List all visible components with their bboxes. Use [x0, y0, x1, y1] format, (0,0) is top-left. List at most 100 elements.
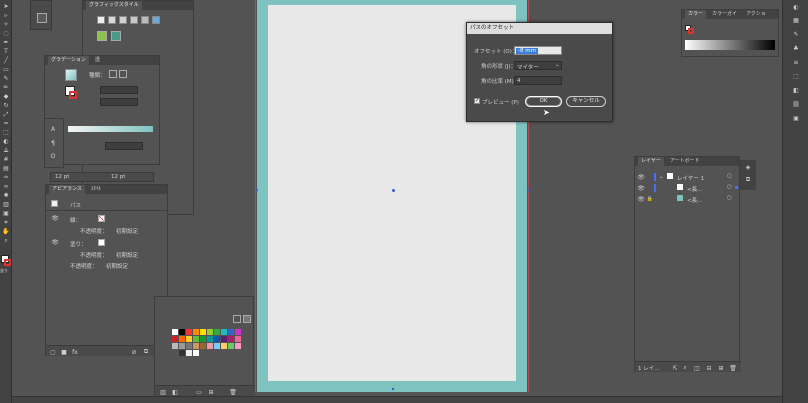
blend-icon[interactable]: ∞ [2, 183, 10, 190]
style-swatch-2[interactable] [108, 16, 116, 24]
hand-icon[interactable]: ✋ [2, 228, 10, 235]
swatch[interactable] [193, 343, 199, 349]
actions-tab[interactable]: アクショ [743, 10, 769, 19]
eraser-icon[interactable]: ◆ [2, 93, 10, 100]
selection-anchor-bottom[interactable] [392, 388, 394, 390]
artboard-options-icon[interactable]: ▣ [792, 114, 800, 122]
duplicate-icon[interactable]: ⧉ [142, 348, 150, 356]
clipping-mask-icon[interactable]: ◫ [693, 364, 701, 372]
style-swatch-4[interactable] [130, 16, 138, 24]
target-icon[interactable]: ○ [727, 173, 732, 179]
preview-checkbox[interactable]: ✓ [474, 98, 480, 104]
type-icon[interactable]: T [2, 48, 10, 55]
transparency-tab[interactable]: 透 [92, 56, 103, 65]
color-tab[interactable]: カラー [685, 10, 707, 19]
new-sublayer-icon[interactable]: ⊟ [705, 364, 713, 372]
free-transform-icon[interactable]: ⬚ [2, 129, 10, 136]
swatch[interactable] [235, 336, 241, 342]
preview-label[interactable]: プレビュー (P) [482, 98, 519, 106]
offset-input[interactable]: -8 mm [514, 46, 562, 55]
paintbrush-icon[interactable]: ✎ [2, 75, 10, 82]
layer-row[interactable]: 👁 <長... ○ [635, 183, 741, 193]
color-stroke-swatch[interactable] [688, 28, 694, 34]
swatch[interactable] [200, 343, 206, 349]
style-swatch-7[interactable] [97, 31, 107, 41]
pathfinder-icon[interactable]: ◧ [792, 86, 800, 94]
styles-tab[interactable]: ｽﾀｲﾙ [88, 185, 104, 194]
target-icon[interactable]: ○ [727, 184, 732, 190]
swatch[interactable] [214, 336, 220, 342]
add-stroke-icon[interactable]: ▢ [49, 348, 57, 356]
gradient-icon[interactable]: ▤ [2, 165, 10, 172]
selection-anchor-right[interactable] [527, 189, 529, 191]
pencil-icon[interactable]: ✏ [2, 84, 10, 91]
rotate-icon[interactable]: ↻ [2, 102, 10, 109]
direct-selection-icon[interactable]: ▹ [2, 12, 10, 19]
shape-builder-icon[interactable]: ◐ [2, 138, 10, 145]
artboards-tab[interactable]: アートボード [667, 157, 703, 166]
swatch[interactable] [186, 336, 192, 342]
rectangle-icon[interactable]: ▭ [2, 66, 10, 73]
stroke-weight-value-2[interactable]: 12 pt [111, 174, 125, 180]
zoom-icon[interactable]: ⌕ [2, 237, 10, 244]
perspective-icon[interactable]: ⟁ [2, 147, 10, 154]
swatches-icon[interactable]: ▦ [792, 16, 800, 24]
color-icon[interactable]: ◐ [792, 3, 800, 11]
scale-icon[interactable]: ⤢ [2, 111, 10, 118]
fill-row-label[interactable]: 塗り： [70, 240, 87, 248]
swatch[interactable] [179, 350, 185, 356]
gradient-thumbnail[interactable] [65, 69, 77, 81]
new-swatch-icon[interactable]: ⊞ [207, 388, 215, 396]
stroke-swatch[interactable] [4, 259, 11, 266]
trash-icon[interactable]: 🗑 [729, 364, 737, 372]
locate-object-icon[interactable]: ⌕ [681, 364, 689, 372]
symbol-sprayer-icon[interactable]: ✺ [2, 192, 10, 199]
selection-arrow-icon[interactable]: ➤ [2, 3, 10, 10]
aspect-field[interactable] [100, 98, 138, 106]
artboard-icon[interactable]: ▣ [2, 210, 10, 217]
visibility-eye-icon[interactable]: 👁 [637, 184, 645, 192]
swatch[interactable] [186, 329, 192, 335]
align-icon[interactable]: ≡ [792, 58, 800, 66]
swatch[interactable] [200, 336, 206, 342]
artboards-icon[interactable]: ⧉ [744, 176, 752, 184]
list-view-icon[interactable] [233, 315, 241, 323]
new-color-group-icon[interactable]: ▭ [195, 388, 203, 396]
symbols-icon[interactable]: ♣ [792, 44, 800, 52]
layer-row[interactable]: 👁 🔒 <長... ○ [635, 194, 741, 204]
swatch[interactable] [228, 336, 234, 342]
swatch[interactable] [221, 336, 227, 342]
swatch-library-icon[interactable]: ▥ [159, 388, 167, 396]
grayscale-ramp[interactable] [685, 40, 775, 50]
swatch[interactable] [221, 343, 227, 349]
symbol-icon[interactable] [37, 13, 47, 23]
ok-button[interactable]: OK [525, 96, 562, 107]
fill-opacity-label[interactable]: 不透明度： [80, 251, 108, 259]
visibility-eye-icon[interactable]: 👁 [637, 173, 645, 181]
target-icon[interactable]: ○ [727, 195, 732, 201]
export-icon[interactable]: ⇱ [671, 364, 679, 372]
swatch[interactable] [214, 329, 220, 335]
joins-select[interactable]: マイター ⌄ [514, 61, 562, 71]
appearance-tab[interactable]: アピアランス [49, 185, 85, 194]
mesh-icon[interactable]: # [2, 156, 10, 163]
swatch[interactable] [207, 343, 213, 349]
pen-icon[interactable]: ✒ [2, 39, 10, 46]
type-icon[interactable]: A [49, 125, 57, 133]
magic-wand-icon[interactable]: ✧ [2, 21, 10, 28]
layers-icon[interactable]: ◈ [744, 163, 752, 171]
style-swatch-3[interactable] [119, 16, 127, 24]
visibility-eye-icon[interactable]: 👁 [51, 214, 59, 222]
layer-name[interactable]: <長... [687, 196, 702, 204]
links-icon[interactable]: ⛓ [792, 100, 800, 108]
swatch[interactable] [221, 329, 227, 335]
opentype-icon[interactable]: O [49, 152, 57, 160]
cancel-button[interactable]: キャンセル [566, 96, 606, 107]
graphic-styles-tab[interactable]: グラフィックスタイル [86, 1, 142, 10]
miter-input[interactable]: 4 [514, 76, 562, 85]
visibility-eye-icon[interactable]: 👁 [51, 238, 59, 246]
swatch[interactable] [235, 329, 241, 335]
style-swatch-6[interactable] [152, 16, 160, 24]
swatch[interactable] [179, 336, 185, 342]
fx-icon[interactable]: fx [71, 348, 79, 356]
